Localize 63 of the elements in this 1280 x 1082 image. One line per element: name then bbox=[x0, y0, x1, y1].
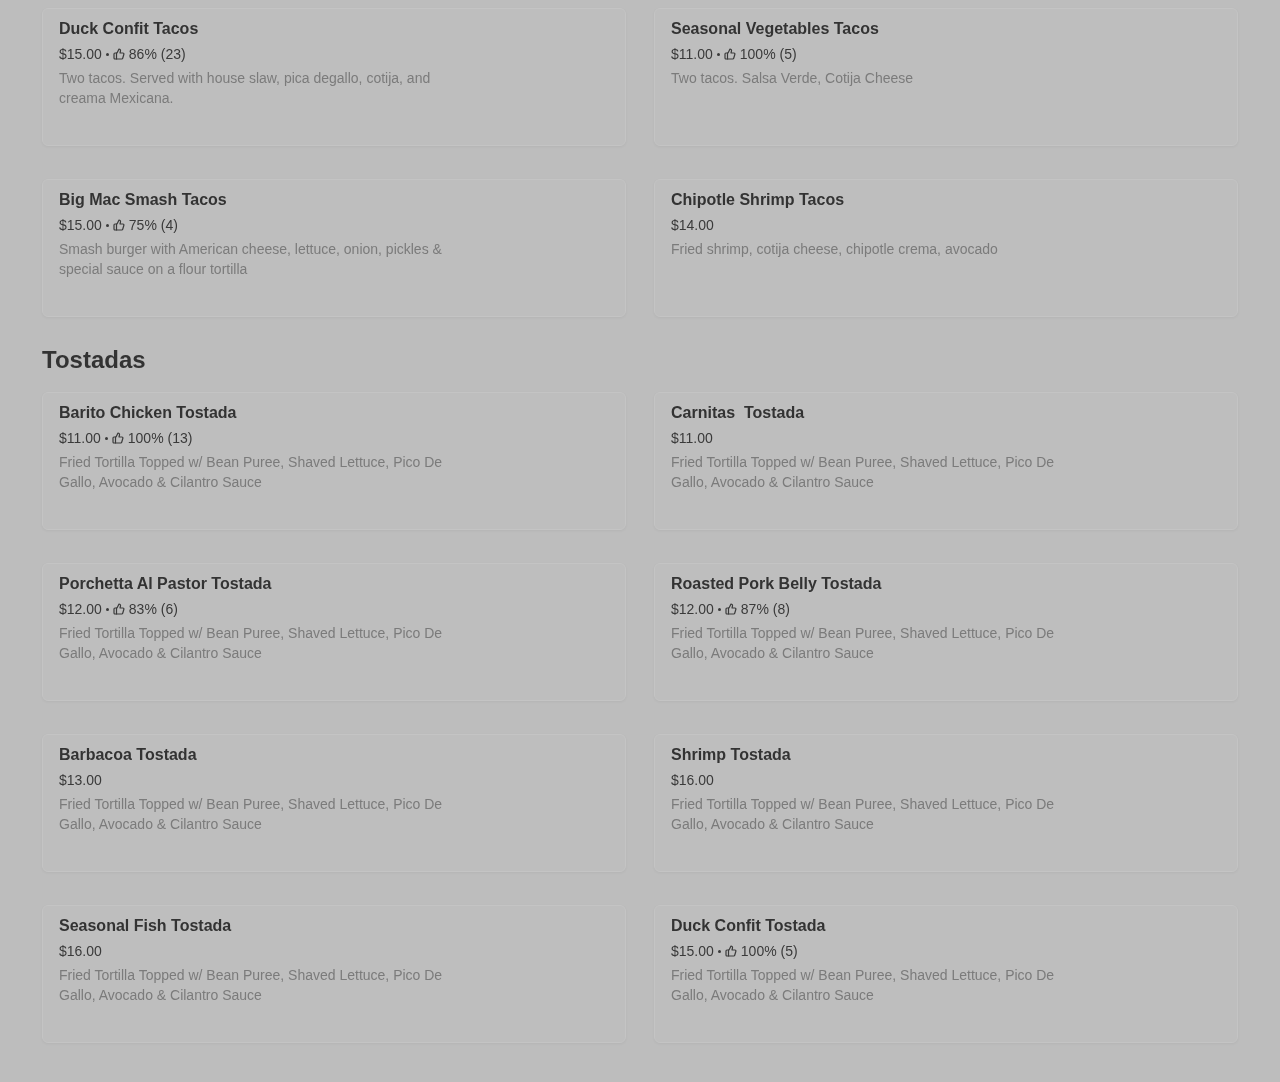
menu-item-card[interactable]: Carnitas Tostada $11.00 Fried Tortilla Topped w/ Bean Puree, Shaved Lettuce, Pico De Gallo, Avocado & Cilantro Sauce bbox=[654, 392, 1238, 530]
item-name: Carnitas Tostada bbox=[671, 403, 805, 423]
item-description: Fried Tortilla Topped w/ Bean Puree, Shaved Lettuce, Pico De Gallo, Avocado & Cilantro Sauce bbox=[59, 795, 444, 834]
item-description: Fried Tortilla Topped w/ Bean Puree, Shaved Lettuce, Pico De Gallo, Avocado & Cilantro Sauce bbox=[671, 453, 1056, 492]
item-description: Fried Tortilla Topped w/ Bean Puree, Shaved Lettuce, Pico De Gallo, Avocado & Cilantro Sauce bbox=[671, 966, 1056, 1005]
item-rating: 100% (5) bbox=[740, 942, 798, 961]
item-rating: 75% (4) bbox=[128, 216, 178, 235]
menu-item-card[interactable]: Duck Confit Tacos $15.00 86% (23) Two tacos. Served with house slaw, pica degallo, cotija, and creama Mexicana. bbox=[42, 8, 626, 146]
item-name: Seasonal Fish Tostada bbox=[59, 916, 232, 936]
item-description: Fried shrimp, cotija cheese, chipotle crema, avocado bbox=[671, 240, 998, 259]
item-description: Fried Tortilla Topped w/ Bean Puree, Shaved Lettuce, Pico De Gallo, Avocado & Cilantro Sauce bbox=[671, 795, 1056, 834]
item-price: $16.00 bbox=[59, 942, 102, 961]
menu-item-card[interactable]: Seasonal Vegetables Tacos $11.00 100% (5) Two tacos. Salsa Verde, Cotija Cheese bbox=[654, 8, 1238, 146]
item-price: $11.00 bbox=[671, 45, 713, 64]
item-price: $11.00 bbox=[59, 429, 101, 448]
menu-item-card[interactable]: Roasted Pork Belly Tostada $12.00 87% (8) Fried Tortilla Topped w/ Bean Puree, Shaved Lettuce, Pico De Gallo, Avocado & Cilantro Sauce bbox=[654, 563, 1238, 701]
item-rating: 100% (13) bbox=[127, 429, 193, 448]
item-name: Seasonal Vegetables Tacos bbox=[671, 19, 879, 39]
item-price: $13.00 bbox=[59, 771, 102, 790]
item-price: $15.00 bbox=[671, 942, 714, 961]
menu-item-card[interactable]: Barito Chicken Tostada $11.00 100% (13) Fried Tortilla Topped w/ Bean Puree, Shaved Lettuce, Pico De Gallo, Avocado & Cilantro Sauce bbox=[42, 392, 626, 530]
item-price: $16.00 bbox=[671, 771, 714, 790]
menu-item-card[interactable]: Duck Confit Tostada $15.00 100% (5) Fried Tortilla Topped w/ Bean Puree, Shaved Lettuce, Pico De Gallo, Avocado & Cilantro Sauce bbox=[654, 905, 1238, 1043]
thumbs-up-icon bbox=[112, 219, 125, 231]
menu-item-card[interactable]: Big Mac Smash Tacos $15.00 75% (4) Smash burger with American cheese, lettuce, onion, pickles & special sauce on a flour tortilla bbox=[42, 179, 626, 317]
section-heading: Tostadas bbox=[42, 345, 146, 375]
item-name: Big Mac Smash Tacos bbox=[59, 190, 227, 210]
thumbs-up-icon bbox=[111, 432, 124, 444]
menu-item-card[interactable]: Chipotle Shrimp Tacos $14.00 Fried shrimp, cotija cheese, chipotle crema, avocado bbox=[654, 179, 1238, 317]
item-name: Roasted Pork Belly Tostada bbox=[671, 574, 882, 594]
item-description: Two tacos. Salsa Verde, Cotija Cheese bbox=[671, 69, 914, 88]
item-rating: 83% (6) bbox=[128, 600, 178, 619]
item-price: $15.00 bbox=[59, 45, 102, 64]
menu-item-card[interactable]: Shrimp Tostada $16.00 Fried Tortilla Topped w/ Bean Puree, Shaved Lettuce, Pico De Gallo, Avocado & Cilantro Sauce bbox=[654, 734, 1238, 872]
item-price: $12.00 bbox=[671, 600, 714, 619]
item-price: $15.00 bbox=[59, 216, 102, 235]
item-rating: 87% (8) bbox=[740, 600, 790, 619]
item-name: Barito Chicken Tostada bbox=[59, 403, 237, 423]
thumbs-up-icon bbox=[112, 603, 125, 615]
item-name: Barbacoa Tostada bbox=[59, 745, 197, 765]
item-price: $12.00 bbox=[59, 600, 102, 619]
menu-item-card[interactable]: Seasonal Fish Tostada $16.00 Fried Tortilla Topped w/ Bean Puree, Shaved Lettuce, Pico De Gallo, Avocado & Cilantro Sauce bbox=[42, 905, 626, 1043]
menu-item-card[interactable]: Barbacoa Tostada $13.00 Fried Tortilla Topped w/ Bean Puree, Shaved Lettuce, Pico De Gallo, Avocado & Cilantro Sauce bbox=[42, 734, 626, 872]
item-description: Fried Tortilla Topped w/ Bean Puree, Shaved Lettuce, Pico De Gallo, Avocado & Cilantro Sauce bbox=[59, 624, 444, 663]
thumbs-up-icon bbox=[724, 945, 737, 957]
item-description: Fried Tortilla Topped w/ Bean Puree, Shaved Lettuce, Pico De Gallo, Avocado & Cilantro Sauce bbox=[59, 966, 444, 1005]
item-price: $11.00 bbox=[671, 429, 713, 448]
item-description: Fried Tortilla Topped w/ Bean Puree, Shaved Lettuce, Pico De Gallo, Avocado & Cilantro Sauce bbox=[59, 453, 444, 492]
item-description: Fried Tortilla Topped w/ Bean Puree, Shaved Lettuce, Pico De Gallo, Avocado & Cilantro Sauce bbox=[671, 624, 1056, 663]
item-rating: 86% (23) bbox=[128, 45, 186, 64]
thumbs-up-icon bbox=[723, 48, 736, 60]
menu-item-card[interactable]: Porchetta Al Pastor Tostada $12.00 83% (6) Fried Tortilla Topped w/ Bean Puree, Shaved Lettuce, Pico De Gallo, Avocado & Cilantro Sauce bbox=[42, 563, 626, 701]
item-description: Smash burger with American cheese, lettuce, onion, pickles & special sauce on a flour tortilla bbox=[59, 240, 443, 279]
item-rating: 100% (5) bbox=[739, 45, 797, 64]
item-name: Shrimp Tostada bbox=[671, 745, 791, 765]
thumbs-up-icon bbox=[112, 48, 125, 60]
item-name: Duck Confit Tostada bbox=[671, 916, 826, 936]
item-name: Duck Confit Tacos bbox=[59, 19, 199, 39]
item-price: $14.00 bbox=[671, 216, 714, 235]
item-description: Two tacos. Served with house slaw, pica degallo, cotija, and creama Mexicana. bbox=[59, 69, 432, 108]
item-name: Chipotle Shrimp Tacos bbox=[671, 190, 845, 210]
item-name: Porchetta Al Pastor Tostada bbox=[59, 574, 272, 594]
thumbs-up-icon bbox=[724, 603, 737, 615]
